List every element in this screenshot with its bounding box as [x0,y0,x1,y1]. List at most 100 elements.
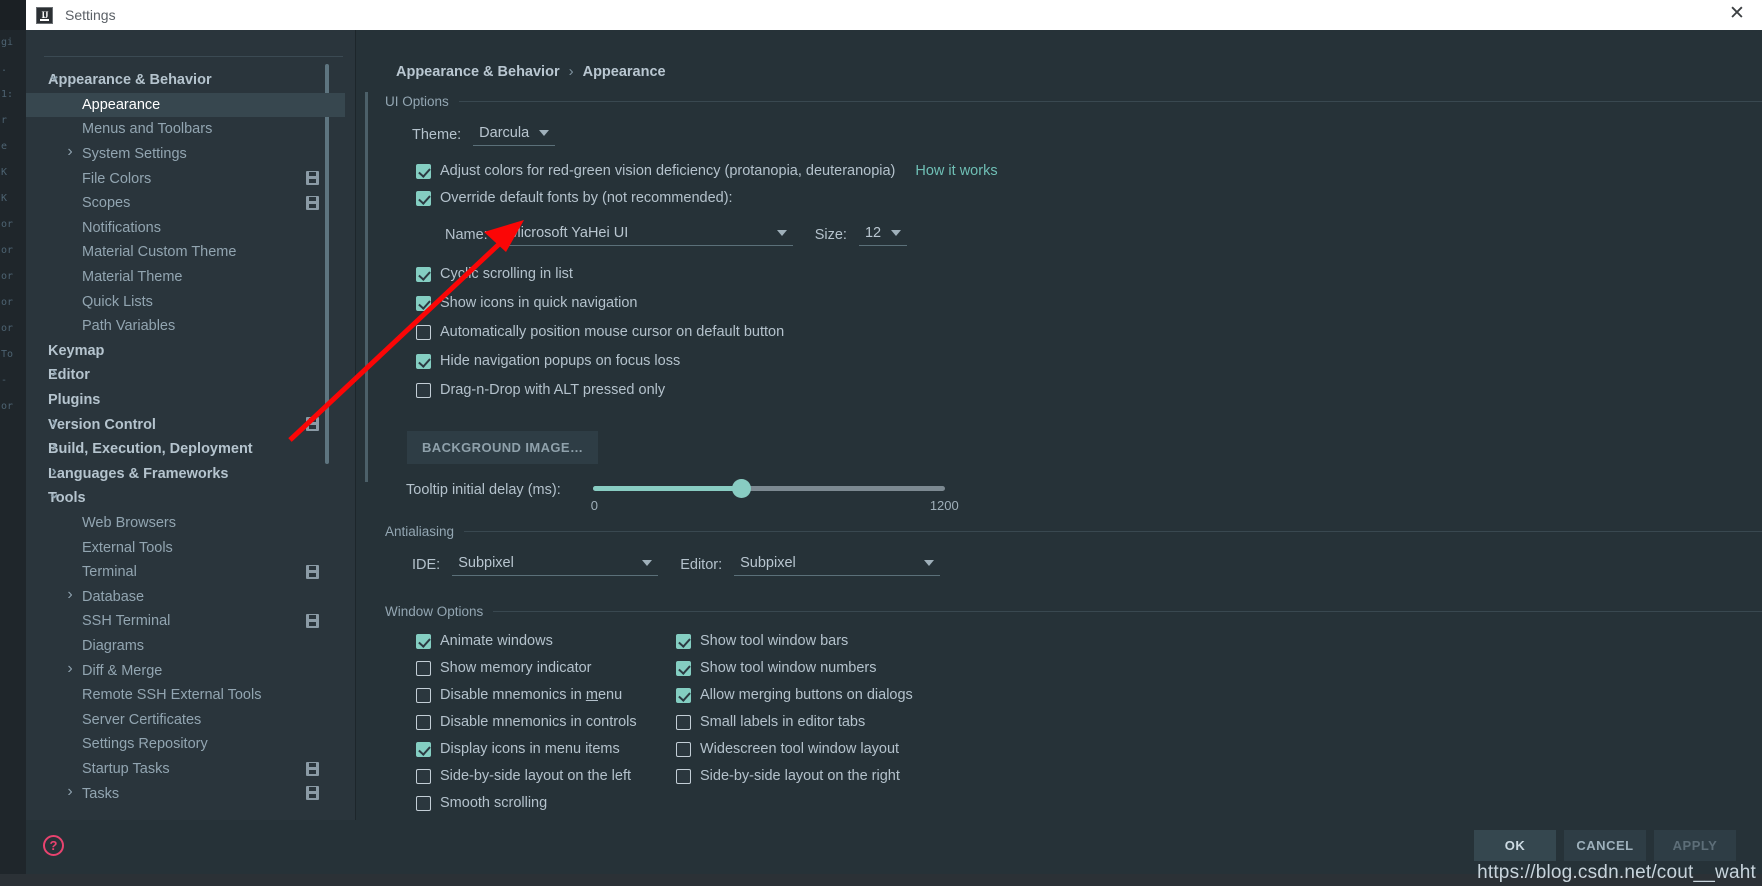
chevron-right-icon[interactable] [64,788,76,800]
editor-background-bleed: gi. 1: r e K Kor or or or or To - or [0,30,26,886]
project-scope-icon [306,761,319,776]
checkbox-small-labels-in-editor-tabs[interactable]: Small labels in editor tabs [676,714,913,730]
sidebar-item-tools[interactable]: Tools [26,486,345,511]
cancel-button[interactable]: CANCEL [1564,830,1646,861]
checkbox-box [416,660,431,676]
checkbox-cyclic-scrolling-in-list[interactable]: Cyclic scrolling in list [416,266,1762,282]
sidebar-item-appearance[interactable]: Appearance [26,92,345,118]
sidebar-item-appearance-behavior[interactable]: Appearance & Behavior [26,68,345,93]
sidebar-item-remote-ssh-external-tools[interactable]: Remote SSH External Tools [26,683,345,708]
chevron-right-icon[interactable] [64,591,76,603]
divider [493,611,1762,612]
adjust-colors-label: Adjust colors for red-green vision defic… [440,163,896,179]
checkbox-box [416,190,431,206]
sidebar-item-notifications[interactable]: Notifications [26,216,345,241]
sidebar-item-diagrams[interactable]: Diagrams [26,634,345,659]
ide-antialiasing-select[interactable]: Subpixel [452,553,659,576]
close-icon[interactable]: ✕ [1722,3,1752,27]
sidebar-item-settings-repository[interactable]: Settings Repository [26,732,345,757]
sidebar-item-languages-frameworks[interactable]: Languages & Frameworks [26,462,345,487]
background-image-button[interactable]: BACKGROUND IMAGE… [407,431,599,464]
tree-top-divider [44,56,343,57]
sidebar-item-material-theme[interactable]: Material Theme [26,265,345,290]
checkbox-box [676,714,691,730]
sidebar-item-plugins[interactable]: Plugins [26,388,345,413]
theme-select[interactable]: Darcula [473,123,556,146]
checkbox-box [676,633,691,649]
ok-button[interactable]: OK [1474,830,1556,861]
sidebar-item-terminal[interactable]: Terminal [26,560,345,585]
chevron-right-icon[interactable] [48,443,60,455]
watermark: https://blog.csdn.net/cout__waht [1477,862,1756,883]
sidebar-item-path-variables[interactable]: Path Variables [26,314,345,339]
checkbox-side-by-side-layout-on-the-left-label: Side-by-side layout on the left [440,768,632,784]
checkbox-allow-merging-buttons-on-dialogs[interactable]: Allow merging buttons on dialogs [676,687,913,703]
sidebar-item-scopes[interactable]: Scopes [26,191,345,216]
chevron-right-icon[interactable] [64,665,76,677]
checkbox-box [416,353,431,369]
sidebar-item-file-colors[interactable]: File Colors [26,166,345,191]
font-size-value: 12 [864,225,882,241]
how-it-works-link[interactable]: How it works [915,163,997,179]
sidebar-item-label: Keymap [48,342,105,359]
sidebar-item-label: Quick Lists [82,293,153,310]
sidebar-item-ssh-terminal[interactable]: SSH Terminal [26,609,345,634]
checkbox-disable-mnemonics-in-menu[interactable]: Disable mnemonics in menu [416,687,676,703]
chevron-right-icon[interactable] [48,369,60,381]
sidebar-item-material-custom-theme[interactable]: Material Custom Theme [26,240,345,265]
sidebar-item-database[interactable]: Database [26,584,345,609]
adjust-colors-checkbox[interactable]: Adjust colors for red-green vision defic… [416,163,895,179]
sidebar-item-keymap[interactable]: Keymap [26,339,345,364]
checkbox-show-tool-window-numbers[interactable]: Show tool window numbers [676,660,913,676]
chevron-right-icon[interactable] [64,148,76,160]
chevron-down-icon[interactable] [48,74,60,86]
sidebar-item-editor[interactable]: Editor [26,363,345,388]
checkbox-box [416,633,431,649]
font-name-select[interactable]: Microsoft YaHei UI [502,223,793,246]
chevron-down-icon[interactable] [48,492,60,504]
sidebar-item-label: Path Variables [82,318,176,335]
checkbox-drag-n-drop-with-alt-pressed-only[interactable]: Drag-n-Drop with ALT pressed only [416,382,1762,398]
slider-min-tick: 0 [590,498,598,513]
sidebar-item-web-browsers[interactable]: Web Browsers [26,511,345,536]
sidebar-item-system-settings[interactable]: System Settings [26,142,345,167]
checkbox-widescreen-tool-window-layout[interactable]: Widescreen tool window layout [676,741,913,757]
checkbox-automatically-position-mouse-cursor-on-default-button[interactable]: Automatically position mouse cursor on d… [416,324,1762,340]
window-titlebar: IJ Settings ✕ [26,0,1762,30]
checkbox-smooth-scrolling[interactable]: Smooth scrolling [416,795,676,811]
override-fonts-checkbox[interactable]: Override default fonts by (not recommend… [416,190,733,206]
checkbox-disable-mnemonics-in-controls[interactable]: Disable mnemonics in controls [416,714,676,730]
checkbox-show-tool-window-bars[interactable]: Show tool window bars [676,633,913,649]
sidebar-item-server-certificates[interactable]: Server Certificates [26,707,345,732]
checkbox-display-icons-in-menu-items[interactable]: Display icons in menu items [416,741,676,757]
divider [458,101,1762,102]
project-scope-icon [306,195,319,210]
sidebar-item-quick-lists[interactable]: Quick Lists [26,289,345,314]
sidebar-item-external-tools[interactable]: External Tools [26,535,345,560]
tooltip-delay-slider[interactable]: 0 1200 [591,479,959,513]
checkbox-show-memory-indicator[interactable]: Show memory indicator [416,660,676,676]
checkbox-hide-navigation-popups-on-focus-loss[interactable]: Hide navigation popups on focus loss [416,353,1762,369]
sidebar-item-menus-and-toolbars[interactable]: Menus and Toolbars [26,117,345,142]
checkbox-animate-windows[interactable]: Animate windows [416,633,676,649]
settings-tree: Appearance & Behavior Appearance Menus and… [26,30,356,820]
sidebar-item-startup-tasks[interactable]: Startup Tasks [26,757,345,782]
ui-options-title-label: UI Options [385,94,449,109]
apply-button[interactable]: APPLY [1654,830,1736,861]
chevron-right-icon[interactable] [48,468,60,480]
checkbox-show-icons-in-quick-navigation[interactable]: Show icons in quick navigation [416,295,1762,311]
chevron-right-icon[interactable] [48,419,60,431]
font-size-select[interactable]: 12 [858,223,907,246]
sidebar-item-diff-merge[interactable]: Diff & Merge [26,658,345,683]
breadcrumb-parent[interactable]: Appearance & Behavior [396,64,560,80]
checkbox-side-by-side-layout-on-the-left[interactable]: Side-by-side layout on the left [416,768,676,784]
help-icon[interactable]: ? [43,835,64,856]
sidebar-item-version-control[interactable]: Version Control [26,412,345,437]
editor-antialiasing-select[interactable]: Subpixel [734,553,941,576]
checkbox-side-by-side-layout-on-the-right[interactable]: Side-by-side layout on the right [676,768,913,784]
checkbox-drag-n-drop-with-alt-pressed-only-label: Drag-n-Drop with ALT pressed only [440,382,666,398]
sidebar-item-build-execution-deployment[interactable]: Build, Execution, Deployment [26,437,345,462]
slider-thumb[interactable] [731,479,751,498]
sidebar-item-tasks[interactable]: Tasks [26,781,345,806]
content-scrollbar[interactable] [365,92,368,482]
